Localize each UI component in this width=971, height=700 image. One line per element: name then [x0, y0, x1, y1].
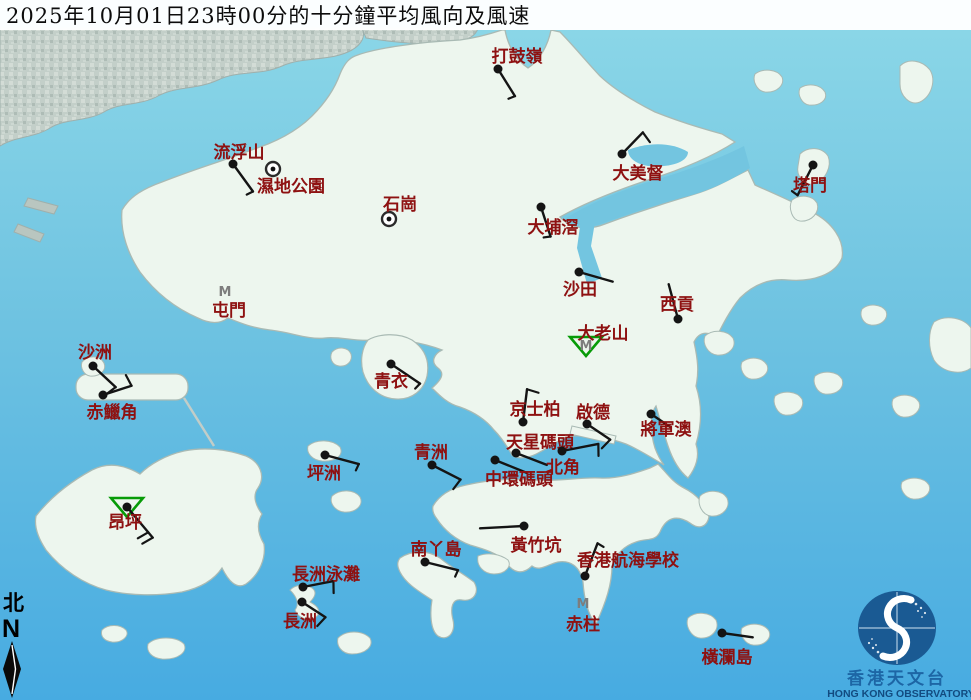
land-shek-kwu-chau: [338, 632, 371, 654]
station-label: 青洲: [414, 442, 448, 463]
land-right-edge-2: [892, 395, 920, 417]
land-crooked-1: [754, 70, 783, 92]
land-ninepin: [901, 478, 929, 499]
calm-dot: [387, 217, 392, 222]
station-label: 中環碼頭: [485, 469, 554, 490]
station-label: 將軍澳: [641, 419, 693, 440]
land-kau-sai-chau: [814, 372, 843, 394]
station-label: 青衣: [374, 371, 408, 392]
station-label: 沙洲: [78, 343, 112, 363]
station-label: 大老山: [578, 323, 629, 344]
map-title: 2025年10月01日23時00分的十分鐘平均風向及風速: [6, 0, 530, 30]
land-ma-wan: [331, 348, 352, 366]
station-label: 大美督: [613, 163, 664, 184]
station-label: 屯門: [212, 300, 246, 321]
station-label: 石崗: [382, 195, 417, 215]
station-label: 京士柏: [510, 399, 561, 420]
maintenance-m-mark: M: [219, 285, 232, 300]
land-po-toi-2: [741, 624, 769, 645]
hko-logo-cn: 香港天文台: [847, 668, 947, 689]
station-label: 坪洲: [307, 464, 341, 484]
station-label: 黃竹坑: [510, 535, 562, 556]
land-po-toi-1: [687, 613, 717, 638]
north-hanzi-label: 北: [3, 590, 24, 615]
land-port-shelter-1: [704, 331, 734, 355]
station-label: 赤鱲角: [87, 402, 138, 423]
station-label: 流浮山: [214, 142, 265, 163]
land-basalt: [861, 305, 887, 325]
station-label: 昂坪: [108, 513, 142, 533]
land-jin-island: [774, 392, 803, 415]
land-port-shelter-2: [741, 358, 768, 379]
station-label: 香港航海學校: [577, 550, 680, 571]
station-label: 塔門: [793, 175, 827, 196]
land-hei-ling-chau: [331, 491, 361, 512]
title-bar: 2025年10月01日23時00分的十分鐘平均風向及風速: [0, 0, 971, 30]
land-airport-platform: [76, 374, 188, 400]
station-label: 濕地公園: [257, 176, 325, 197]
station-label: 橫瀾島: [702, 647, 753, 668]
land-soko-2: [101, 626, 127, 643]
station-label: 赤柱: [566, 614, 600, 635]
maintenance-m-mark: M: [577, 597, 590, 612]
land-soko-1: [148, 638, 185, 659]
wind-map-screenshot: 打鼓嶺流浮山濕地公園石崗大美督塔門大埔滘沙田西貢M屯門M大老山沙洲赤鱲角青衣京士…: [0, 0, 971, 700]
station-label: 打鼓嶺: [492, 46, 543, 67]
land-crooked-2: [799, 85, 826, 105]
station-label: 南丫島: [411, 539, 462, 560]
station-label: 長洲: [283, 612, 317, 632]
hong-kong-map: 打鼓嶺流浮山濕地公園石崗大美督塔門大埔滘沙田西貢M屯門M大老山沙洲赤鱲角青衣京士…: [0, 0, 971, 700]
station-label: 沙田: [563, 280, 597, 300]
calm-dot: [271, 167, 276, 172]
land-tung-lung: [699, 491, 728, 516]
station-label: 西貢: [660, 295, 694, 315]
station-label: 大埔滘: [528, 217, 579, 238]
north-n-label: N: [2, 615, 20, 643]
hko-logo-en: HONG KONG OBSERVATORY: [827, 688, 971, 700]
station-label: 啟德: [576, 402, 610, 423]
station-label: 長洲泳灘: [292, 564, 360, 585]
